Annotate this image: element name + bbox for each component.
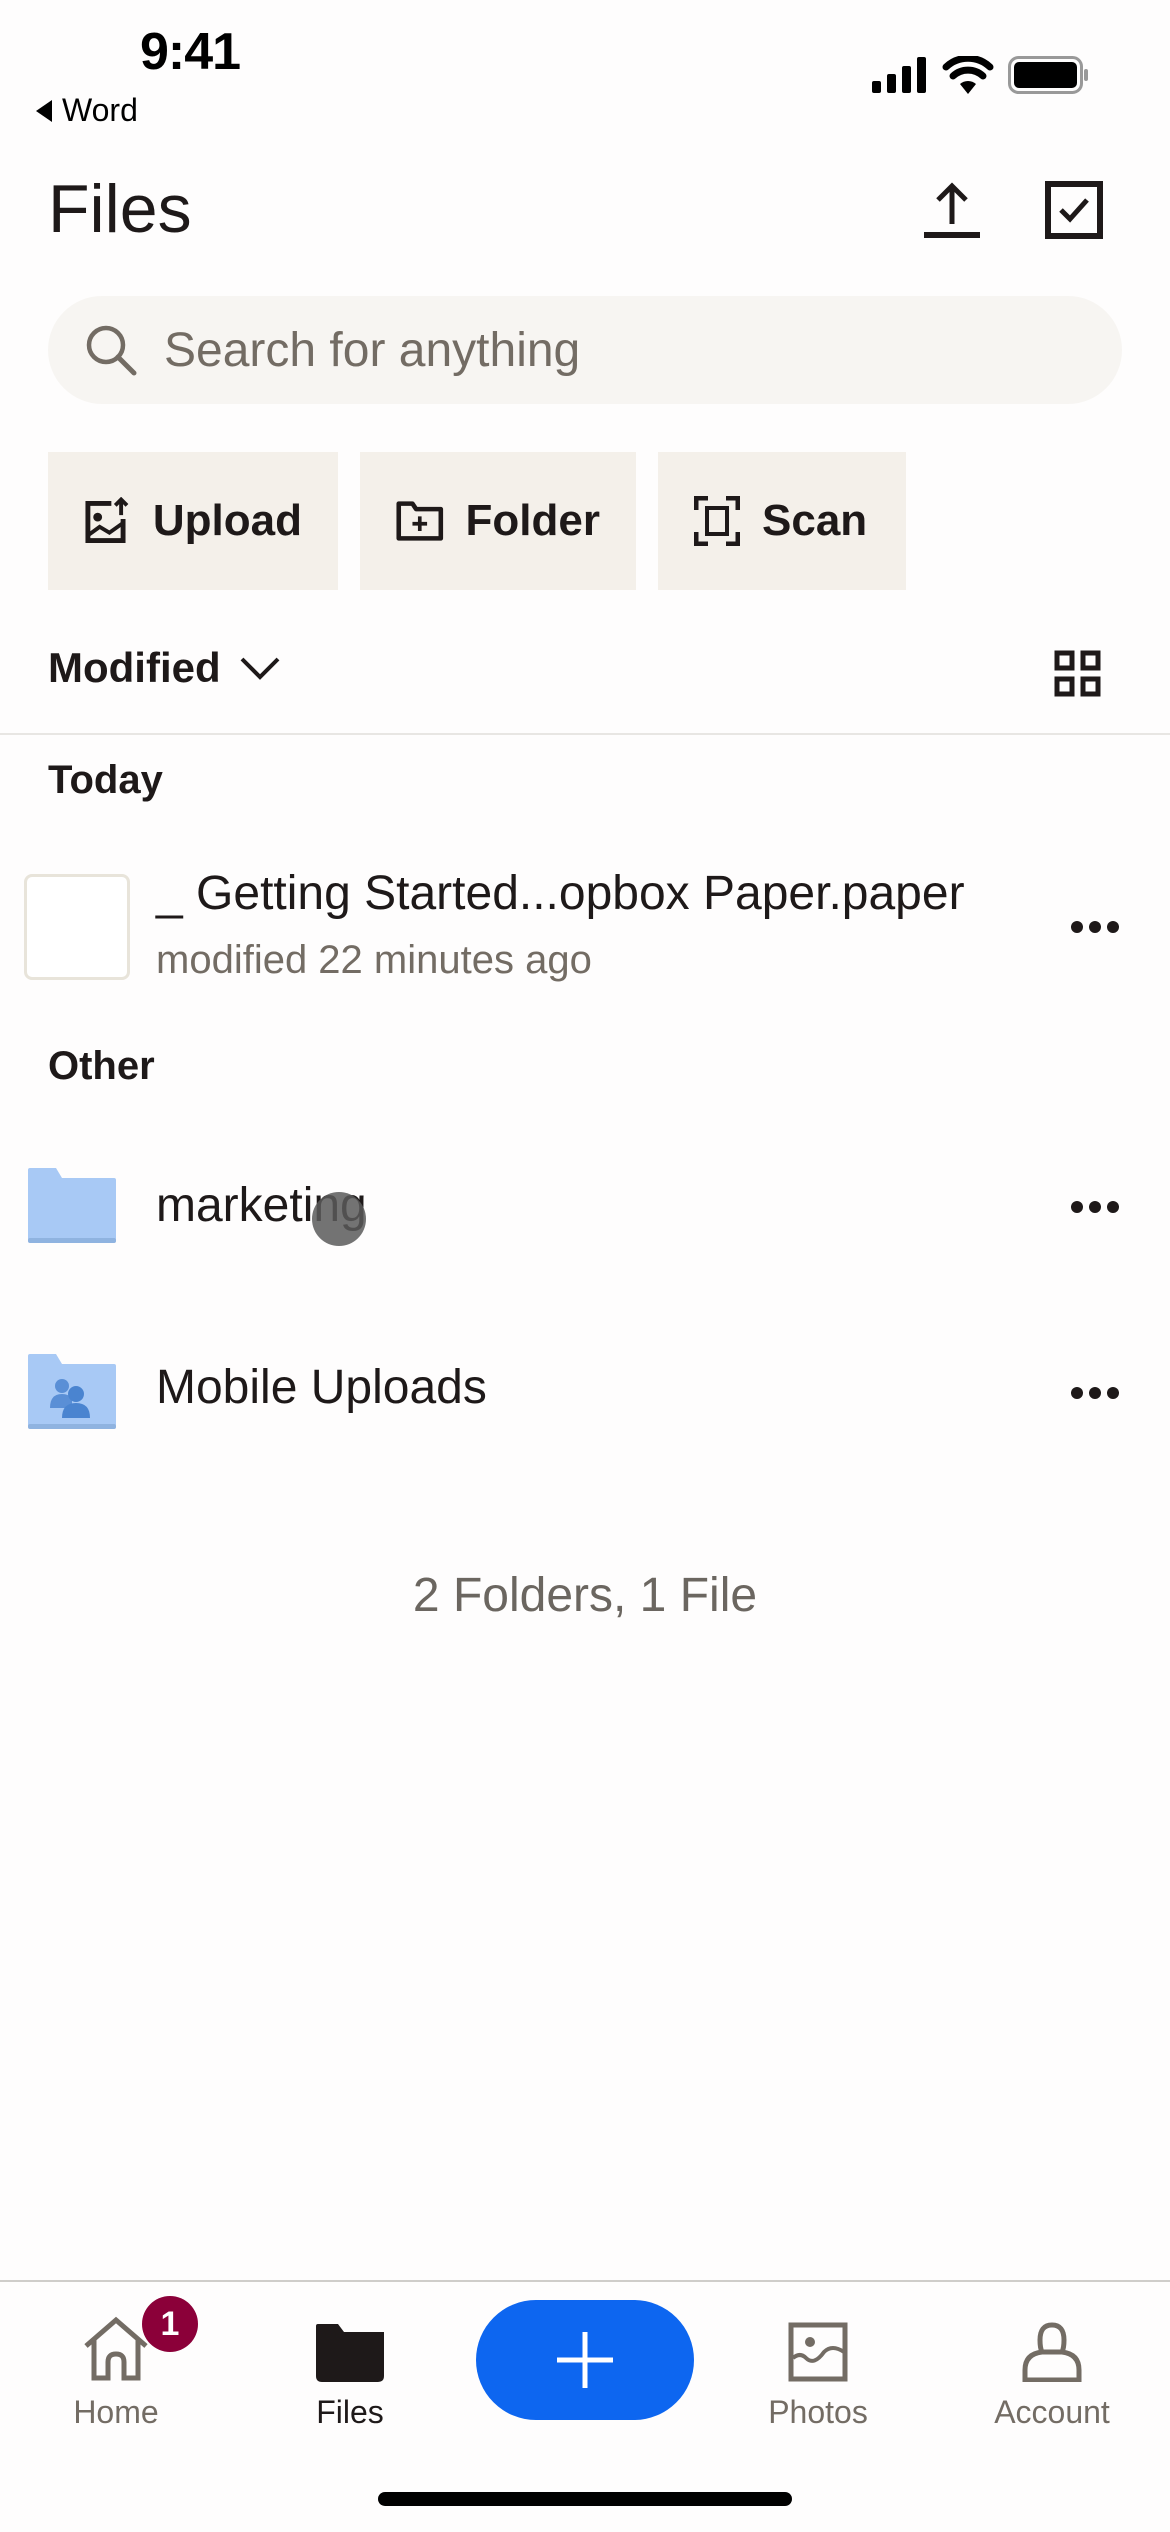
upload-arrow-icon bbox=[924, 182, 980, 238]
tab-home[interactable]: 1 Home bbox=[16, 2296, 216, 2442]
more-dot-icon bbox=[1107, 1387, 1119, 1399]
signal-icon bbox=[872, 57, 926, 93]
photos-icon-wrap bbox=[788, 2302, 848, 2382]
sort-dropdown[interactable]: Modified bbox=[48, 644, 281, 692]
more-dot-icon bbox=[1071, 1387, 1083, 1399]
scan-action-label: Scan bbox=[762, 496, 868, 545]
folder-icon bbox=[316, 2324, 384, 2382]
files-icon-wrap bbox=[316, 2302, 384, 2382]
notification-badge: 1 bbox=[142, 2296, 198, 2352]
checkbox-select-icon bbox=[1045, 181, 1103, 239]
search-icon bbox=[86, 325, 137, 376]
tab-account[interactable]: Account bbox=[952, 2302, 1152, 2442]
folder-summary: 2 Folders, 1 File bbox=[412, 1569, 758, 1622]
scan-icon bbox=[694, 496, 740, 546]
search-bar[interactable] bbox=[48, 296, 1122, 404]
more-dot-icon bbox=[1089, 1387, 1101, 1399]
page-header: Files bbox=[0, 160, 1170, 260]
file-name: _ Getting Started...opbox Paper.paper bbox=[156, 867, 965, 920]
new-folder-icon bbox=[396, 501, 444, 541]
battery-icon bbox=[1008, 56, 1088, 94]
upload-button[interactable] bbox=[920, 178, 984, 242]
tab-photos[interactable]: Photos bbox=[718, 2302, 918, 2442]
more-options-button[interactable] bbox=[1060, 902, 1130, 952]
more-dot-icon bbox=[1089, 921, 1101, 933]
tab-label: Account bbox=[994, 2394, 1110, 2430]
paper-file-thumbnail-icon bbox=[24, 874, 130, 980]
section-header-other: Other bbox=[48, 1044, 155, 1088]
tab-label: Files bbox=[316, 2394, 384, 2430]
quick-actions: Upload Folder Scan bbox=[48, 452, 906, 590]
touch-indicator bbox=[312, 1192, 366, 1246]
wifi-icon bbox=[942, 56, 994, 94]
scan-action-button[interactable]: Scan bbox=[658, 452, 906, 590]
status-time: 9:41 bbox=[140, 23, 241, 81]
plus-icon bbox=[557, 2332, 613, 2388]
upload-action-label: Upload bbox=[152, 496, 302, 545]
status-bar: 9:41 Word bbox=[0, 0, 1170, 140]
select-button[interactable] bbox=[1042, 178, 1106, 242]
photo-icon bbox=[788, 2322, 848, 2382]
sort-bar: Modified bbox=[0, 630, 1170, 735]
grid-view-icon[interactable] bbox=[1054, 650, 1102, 698]
folder-icon bbox=[28, 1168, 116, 1243]
new-folder-action-label: Folder bbox=[465, 496, 600, 545]
create-button[interactable] bbox=[476, 2300, 694, 2420]
more-dot-icon bbox=[1089, 1201, 1101, 1213]
folder-row[interactable]: marketing bbox=[0, 1134, 1170, 1284]
home-icon-wrap: 1 bbox=[82, 2296, 198, 2382]
back-to-app-button[interactable]: Word bbox=[36, 92, 138, 129]
tab-files[interactable]: Files bbox=[250, 2302, 450, 2442]
home-indicator[interactable] bbox=[378, 2492, 792, 2506]
back-triangle-icon bbox=[36, 99, 52, 122]
page-title: Files bbox=[48, 171, 192, 247]
upload-action-button[interactable]: Upload bbox=[48, 452, 338, 590]
account-icon bbox=[1022, 2322, 1082, 2382]
status-icons bbox=[872, 56, 1090, 94]
more-dot-icon bbox=[1071, 921, 1083, 933]
more-options-button[interactable] bbox=[1060, 1182, 1130, 1232]
tab-label: Home bbox=[73, 2394, 159, 2430]
shared-folder-icon bbox=[28, 1354, 116, 1429]
more-dot-icon bbox=[1107, 921, 1119, 933]
upload-photo-icon bbox=[85, 497, 129, 543]
back-app-label: Word bbox=[62, 92, 138, 128]
folder-row[interactable]: Mobile Uploads bbox=[0, 1320, 1170, 1470]
account-icon-wrap bbox=[1022, 2302, 1082, 2382]
more-dot-icon bbox=[1071, 1201, 1083, 1213]
chevron-down-icon bbox=[240, 657, 280, 680]
more-options-button[interactable] bbox=[1060, 1368, 1130, 1418]
file-row[interactable]: _ Getting Started...opbox Paper.paper mo… bbox=[0, 852, 1170, 1002]
folder-name: Mobile Uploads bbox=[156, 1361, 487, 1414]
search-input[interactable] bbox=[164, 322, 1064, 378]
home-icon bbox=[84, 2316, 148, 2381]
more-dot-icon bbox=[1107, 1201, 1119, 1213]
section-header-today: Today bbox=[48, 758, 163, 802]
new-folder-action-button[interactable]: Folder bbox=[360, 452, 636, 590]
sort-label: Modified bbox=[48, 644, 221, 691]
tab-label: Photos bbox=[768, 2394, 868, 2430]
file-modified-time: modified 22 minutes ago bbox=[156, 938, 592, 982]
